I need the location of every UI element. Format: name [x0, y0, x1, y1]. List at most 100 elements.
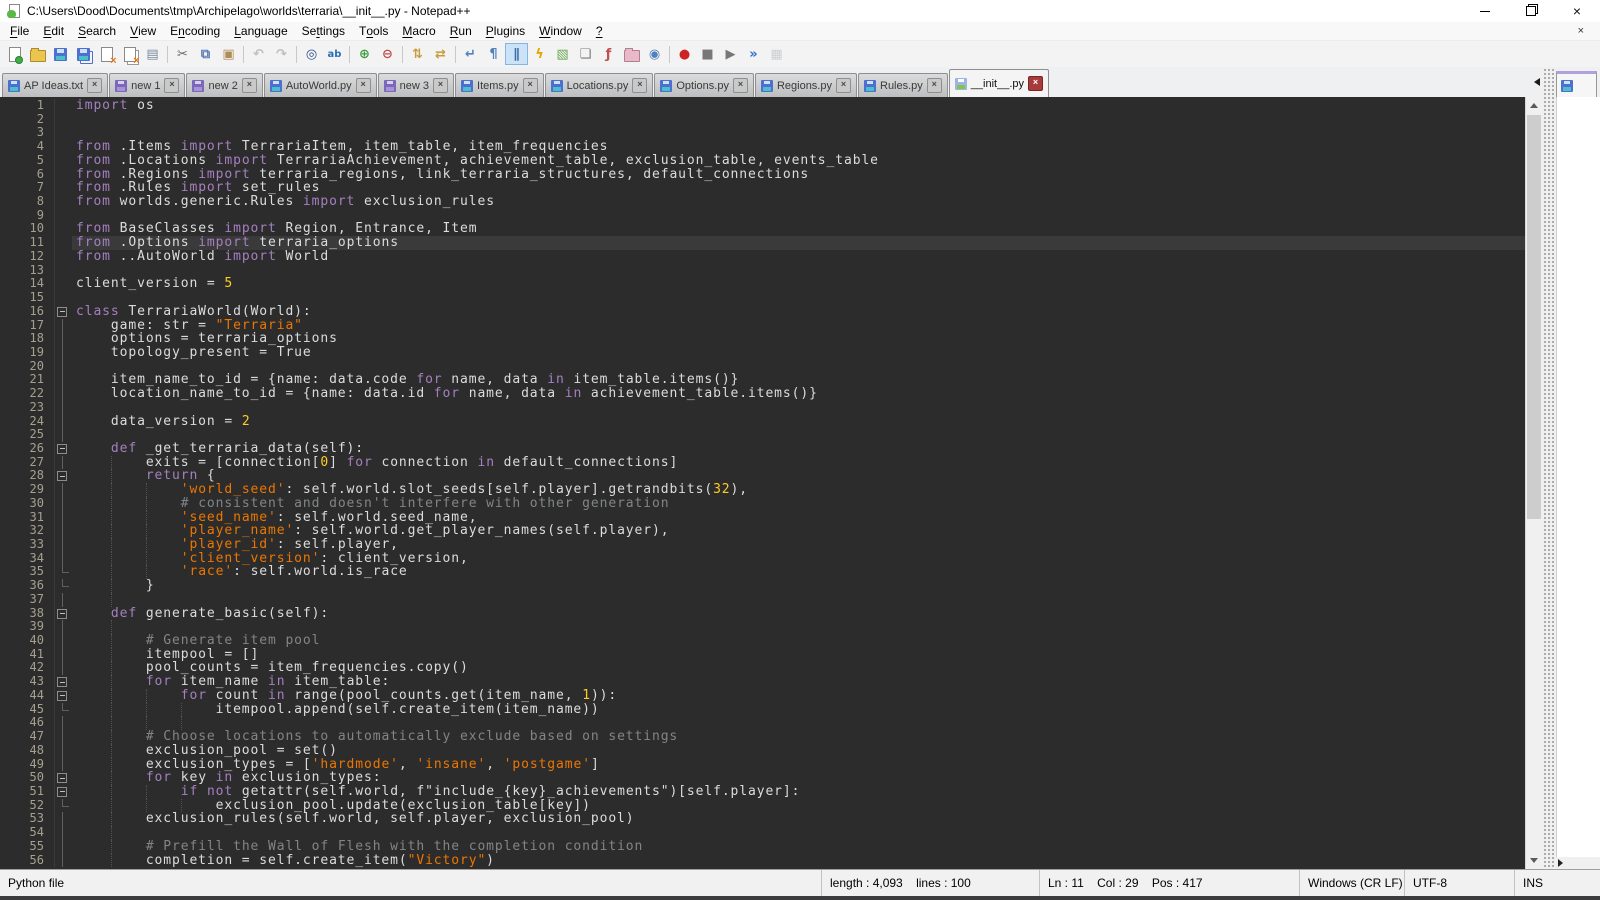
- line-number[interactable]: 16: [0, 305, 54, 319]
- code-line[interactable]: 42 pool_counts = item_frequencies.copy(): [0, 661, 1525, 675]
- code-line[interactable]: 33 'player_id': self.player,: [0, 538, 1525, 552]
- show-all-characters-button[interactable]: ¶: [482, 43, 505, 65]
- line-number[interactable]: 5: [0, 154, 54, 168]
- editor[interactable]: 1import os234from .Items import Terraria…: [0, 97, 1542, 869]
- line-number[interactable]: 18: [0, 332, 54, 346]
- code-text[interactable]: 'world_seed': self.world.slot_seeds[self…: [72, 483, 1525, 497]
- menu-item-tools[interactable]: Tools: [352, 22, 395, 40]
- code-line[interactable]: 19 topology_present = True: [0, 346, 1525, 360]
- code-text[interactable]: [72, 126, 1525, 140]
- replace-button[interactable]: ab: [323, 43, 346, 65]
- code-line[interactable]: 34 'client_version': client_version,: [0, 552, 1525, 566]
- code-line[interactable]: 36 }: [0, 579, 1525, 593]
- line-number[interactable]: 2: [0, 113, 54, 127]
- menu-item-search[interactable]: Search: [71, 22, 123, 40]
- code-text[interactable]: from ..AutoWorld import World: [72, 250, 1525, 264]
- line-number[interactable]: 35: [0, 565, 54, 579]
- line-number[interactable]: 32: [0, 524, 54, 538]
- line-number[interactable]: 51: [0, 785, 54, 799]
- document-close-icon[interactable]: ×: [1578, 25, 1584, 37]
- line-number[interactable]: 40: [0, 634, 54, 648]
- fold-marker-icon[interactable]: [54, 305, 72, 319]
- menu-item-run[interactable]: Run: [443, 22, 479, 40]
- line-number[interactable]: 38: [0, 607, 54, 621]
- code-line[interactable]: 31 'seed_name': self.world.seed_name,: [0, 511, 1525, 525]
- code-text[interactable]: from .Options import terraria_options: [72, 236, 1525, 250]
- line-number[interactable]: 7: [0, 181, 54, 195]
- code-text[interactable]: itempool.append(self.create_item(item_na…: [72, 703, 1525, 717]
- code-text[interactable]: from .Locations import TerrariaAchieveme…: [72, 154, 1525, 168]
- code-line[interactable]: 10from BaseClasses import Region, Entran…: [0, 222, 1525, 236]
- cut-button[interactable]: ✂: [171, 43, 194, 65]
- code-line[interactable]: 1import os: [0, 99, 1525, 113]
- menu-item-encoding[interactable]: Encoding: [163, 22, 227, 40]
- line-number[interactable]: 42: [0, 661, 54, 675]
- line-number[interactable]: 49: [0, 758, 54, 772]
- line-number[interactable]: 26: [0, 442, 54, 456]
- function-list-button[interactable]: ƒ: [597, 43, 620, 65]
- tab-regions-py[interactable]: Regions.py×: [755, 73, 857, 97]
- tab-close-icon[interactable]: ×: [927, 78, 942, 93]
- menu-item-view[interactable]: View: [123, 22, 163, 40]
- line-number[interactable]: 24: [0, 415, 54, 429]
- line-number[interactable]: 12: [0, 250, 54, 264]
- line-number[interactable]: 41: [0, 648, 54, 662]
- code-text[interactable]: 'client_version': client_version,: [72, 552, 1525, 566]
- tab-rules-py[interactable]: Rules.py×: [858, 73, 948, 97]
- line-number[interactable]: 9: [0, 209, 54, 223]
- scroll-right-icon[interactable]: [1558, 859, 1563, 867]
- line-number[interactable]: 1: [0, 99, 54, 113]
- scroll-down-icon[interactable]: [1526, 852, 1542, 869]
- line-number[interactable]: 10: [0, 222, 54, 236]
- line-number[interactable]: 27: [0, 456, 54, 470]
- code-line[interactable]: 28 return {: [0, 469, 1525, 483]
- status-cursor-position[interactable]: Ln : 11 Col : 29 Pos : 417: [1040, 870, 1300, 896]
- line-number[interactable]: 22: [0, 387, 54, 401]
- code-line[interactable]: 48 exclusion_pool = set(): [0, 744, 1525, 758]
- document-list-button[interactable]: ❏: [574, 43, 597, 65]
- word-wrap-button[interactable]: ↵: [459, 43, 482, 65]
- view-splitter[interactable]: [1542, 67, 1556, 869]
- code-line[interactable]: 55 # Prefill the Wall of Flesh with the …: [0, 840, 1525, 854]
- code-line[interactable]: 27 exits = [connection[0] for connection…: [0, 456, 1525, 470]
- code-line[interactable]: 50 for key in exclusion_types:: [0, 771, 1525, 785]
- tab-close-icon[interactable]: ×: [433, 78, 448, 93]
- code-line[interactable]: 15: [0, 291, 1525, 305]
- code-text[interactable]: for item_name in item_table:: [72, 675, 1525, 689]
- tab-close-icon[interactable]: ×: [164, 78, 179, 93]
- line-number[interactable]: 30: [0, 497, 54, 511]
- show-indent-guide-button[interactable]: ∥: [505, 43, 528, 65]
- tab-close-icon[interactable]: ×: [733, 78, 748, 93]
- code-text[interactable]: [72, 716, 1525, 730]
- close-all-button[interactable]: [118, 43, 141, 65]
- fold-marker-icon[interactable]: [54, 607, 72, 621]
- code-line[interactable]: 56 completion = self.create_item("Victor…: [0, 854, 1525, 868]
- code-text[interactable]: location_name_to_id = {name: data.id for…: [72, 387, 1525, 401]
- code-text[interactable]: client_version = 5: [72, 277, 1525, 291]
- code-text[interactable]: # Generate item pool: [72, 634, 1525, 648]
- line-number[interactable]: 21: [0, 373, 54, 387]
- line-number[interactable]: 6: [0, 168, 54, 182]
- code-line[interactable]: 26 def _get_terraria_data(self):: [0, 442, 1525, 456]
- menu-item-window[interactable]: Window: [532, 22, 589, 40]
- secondary-view-body[interactable]: [1556, 97, 1600, 857]
- code-text[interactable]: # Choose locations to automatically excl…: [72, 730, 1525, 744]
- code-text[interactable]: from .Regions import terraria_regions, l…: [72, 168, 1525, 182]
- scroll-up-icon[interactable]: [1526, 97, 1542, 114]
- line-number[interactable]: 45: [0, 703, 54, 717]
- define-language-button[interactable]: ϟ: [528, 43, 551, 65]
- save-all-button[interactable]: [72, 43, 95, 65]
- code-text[interactable]: return {: [72, 469, 1525, 483]
- code-line[interactable]: 18 options = terraria_options: [0, 332, 1525, 346]
- tab-close-icon[interactable]: ×: [87, 78, 102, 93]
- close-button-icon[interactable]: ×: [1554, 0, 1600, 22]
- tab-scroll-left-icon[interactable]: [1534, 78, 1540, 86]
- macro-play-button[interactable]: ▶: [719, 43, 742, 65]
- line-number[interactable]: 8: [0, 195, 54, 209]
- fold-marker-icon[interactable]: [54, 469, 72, 483]
- code-line[interactable]: 41 itempool = []: [0, 648, 1525, 662]
- tab-locations-py[interactable]: Locations.py×: [545, 73, 654, 97]
- line-number[interactable]: 52: [0, 799, 54, 813]
- code-line[interactable]: 37: [0, 593, 1525, 607]
- code-text[interactable]: def generate_basic(self):: [72, 607, 1525, 621]
